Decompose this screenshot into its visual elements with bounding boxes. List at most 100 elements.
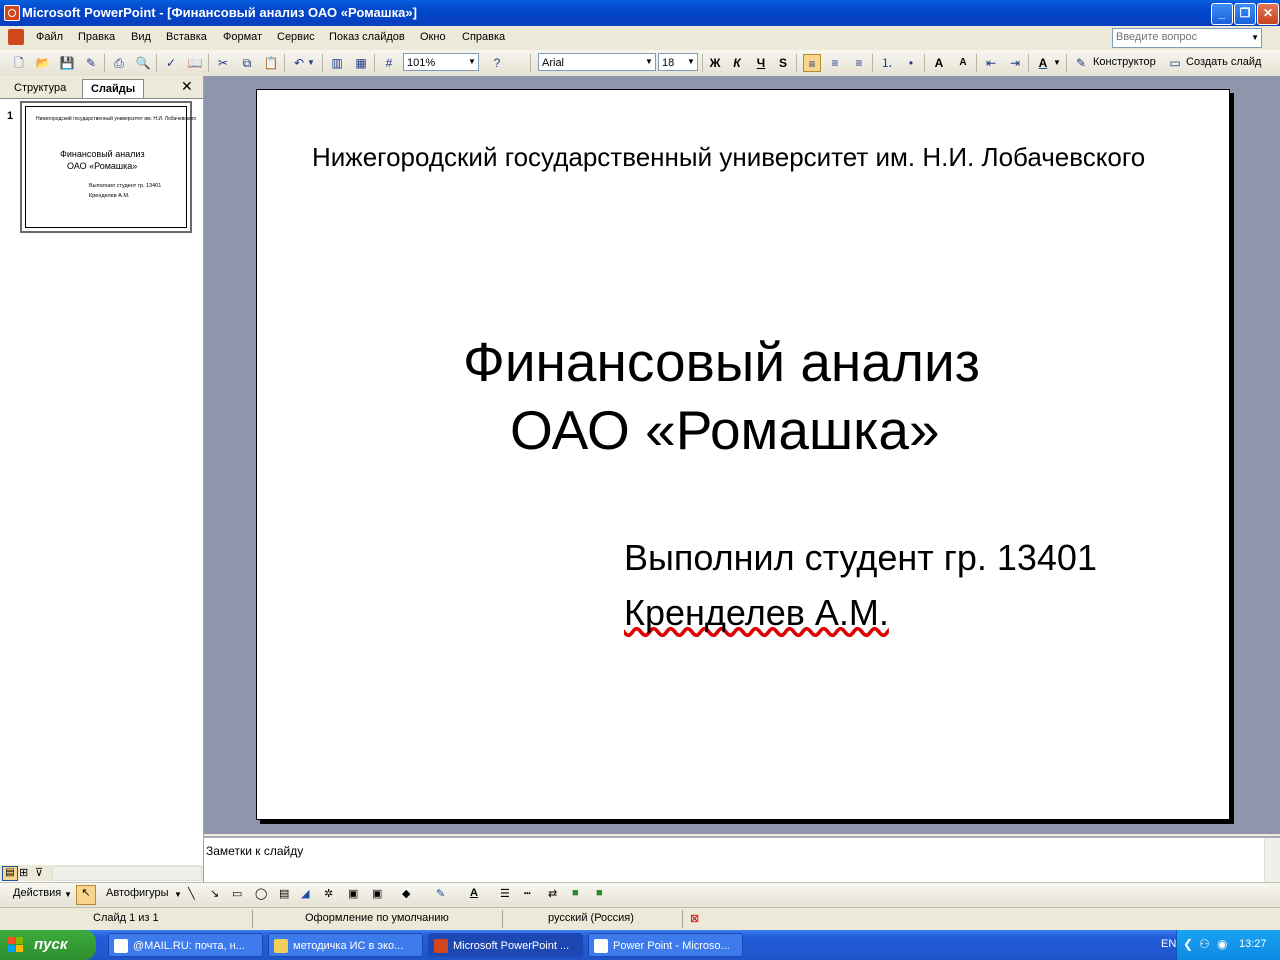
3d-style-icon[interactable]: ■	[596, 887, 603, 899]
copy-icon[interactable]: ⧉	[238, 54, 256, 72]
notes-pane[interactable]: Заметки к слайду	[204, 836, 1280, 884]
slide-canvas[interactable]: Нижегородский государственный университе…	[256, 89, 1230, 820]
line-style-icon[interactable]: ☰	[500, 887, 510, 900]
minimize-button[interactable]: _	[1211, 3, 1233, 25]
fill-color-icon[interactable]: ◆	[402, 887, 410, 900]
menu-edit[interactable]: Правка	[78, 31, 115, 43]
menu-format[interactable]: Формат	[223, 31, 262, 43]
tab-slides[interactable]: Слайды	[82, 79, 145, 98]
align-center-button[interactable]: ≡	[826, 54, 844, 72]
line-icon[interactable]: ╲	[188, 887, 195, 900]
actions-menu[interactable]: Действия	[13, 887, 61, 899]
help-icon[interactable]: ?	[488, 54, 506, 72]
new-slide-icon[interactable]: ▭	[1166, 54, 1184, 72]
permission-icon[interactable]: ✎	[82, 54, 100, 72]
cut-icon[interactable]: ✂	[214, 54, 232, 72]
slide-title-line2[interactable]: ОАО «Ромашка»	[510, 398, 940, 462]
increase-indent-icon[interactable]: ⇥	[1006, 54, 1024, 72]
clock[interactable]: 13:27	[1239, 938, 1267, 950]
new-icon[interactable]: 🗋	[10, 54, 28, 72]
font-color-icon[interactable]: A	[470, 887, 478, 899]
undo-dropdown-icon[interactable]: ▼	[306, 54, 316, 72]
chevron-down-icon[interactable]: ▼	[1052, 54, 1062, 72]
menu-tools[interactable]: Сервис	[277, 31, 315, 43]
research-icon[interactable]: 📖	[186, 54, 204, 72]
slide-sorter-icon[interactable]: ⊞	[19, 866, 28, 879]
menu-help[interactable]: Справка	[462, 31, 505, 43]
decrease-indent-icon[interactable]: ⇤	[982, 54, 1000, 72]
task-word[interactable]: Power Point - Microso...	[588, 933, 743, 957]
tab-outline[interactable]: Структура	[6, 79, 74, 97]
bold-button[interactable]: Ж	[706, 54, 724, 72]
menu-slideshow[interactable]: Показ слайдов	[329, 31, 405, 43]
powerpoint-app-icon[interactable]	[4, 5, 20, 21]
task-mail[interactable]: @MAIL.RU: почта, н...	[108, 933, 263, 957]
chevron-down-icon[interactable]: ▼	[64, 890, 72, 899]
font-color-icon[interactable]: A	[1034, 54, 1052, 72]
menu-insert[interactable]: Вставка	[166, 31, 207, 43]
language-indicator[interactable]: EN	[1161, 938, 1176, 950]
bullets-icon[interactable]: •	[902, 54, 920, 72]
maximize-button[interactable]: ❐	[1234, 3, 1256, 25]
arrow-style-icon[interactable]: ⇄	[548, 887, 557, 900]
slide-author-line2[interactable]: Кренделев А.М.	[624, 592, 889, 634]
task-folder[interactable]: методичка ИС в эко...	[268, 933, 423, 957]
menu-view[interactable]: Вид	[131, 31, 151, 43]
document-icon[interactable]	[8, 29, 24, 45]
designer-icon[interactable]: ✎	[1072, 54, 1090, 72]
chevron-down-icon[interactable]: ▼	[643, 54, 655, 70]
grid-icon[interactable]: #	[380, 54, 398, 72]
underline-button[interactable]: Ч	[752, 54, 770, 72]
numbering-icon[interactable]: ⒈	[878, 54, 896, 72]
wordart-icon[interactable]: ◢	[301, 887, 309, 900]
network-icon[interactable]: ⚇	[1199, 937, 1210, 951]
diagram-icon[interactable]: ✲	[324, 887, 333, 900]
chevron-down-icon[interactable]: ▼	[174, 890, 182, 899]
oval-icon[interactable]: ◯	[255, 887, 267, 900]
font-select[interactable]: Arial ▼	[538, 53, 656, 71]
shadow-button[interactable]: S	[774, 54, 792, 72]
task-powerpoint[interactable]: Microsoft PowerPoint ...	[428, 933, 583, 957]
decrease-font-icon[interactable]: A	[954, 54, 972, 72]
slideshow-icon[interactable]: ⊽	[35, 866, 43, 879]
dash-style-icon[interactable]: ┅	[524, 887, 531, 900]
slide-author-line1[interactable]: Выполнил студент гр. 13401	[624, 537, 1097, 579]
zoom-select[interactable]: 101% ▼	[403, 53, 479, 71]
paste-icon[interactable]: 📋	[262, 54, 280, 72]
italic-button[interactable]: К	[728, 54, 746, 72]
picture-icon[interactable]: ▣	[372, 887, 382, 900]
menu-file[interactable]: Файл	[36, 31, 63, 43]
close-button[interactable]: ✕	[1257, 3, 1279, 25]
start-button[interactable]: пуск	[0, 930, 96, 960]
clipart-icon[interactable]: ▣	[348, 887, 358, 900]
notes-scrollbar[interactable]	[1264, 838, 1280, 882]
spelling-icon[interactable]: ✓	[162, 54, 180, 72]
align-left-button[interactable]: ≡	[803, 54, 821, 72]
close-icon[interactable]: ✕	[181, 78, 193, 95]
slide-university[interactable]: Нижегородский государственный университе…	[312, 142, 1145, 173]
font-size-select[interactable]: 18 ▼	[658, 53, 698, 71]
antivirus-icon[interactable]: ◉	[1217, 937, 1227, 951]
textbox-icon[interactable]: ▤	[279, 887, 289, 900]
status-design[interactable]: Оформление по умолчанию	[305, 912, 449, 924]
insert-table-icon[interactable]: ▦	[352, 54, 370, 72]
horizontal-scrollbar[interactable]	[52, 866, 202, 881]
align-right-button[interactable]: ≡	[850, 54, 868, 72]
menu-window[interactable]: Окно	[420, 31, 446, 43]
shadow-style-icon[interactable]: ■	[572, 887, 579, 899]
normal-view-icon[interactable]: ▤	[2, 866, 18, 881]
tray-chevron-icon[interactable]: ❮	[1183, 937, 1193, 951]
spelling-status-icon[interactable]: ⊠	[690, 912, 699, 925]
increase-font-icon[interactable]: A	[930, 54, 948, 72]
slide-thumbnail[interactable]: Нижегородский государственный университе…	[20, 101, 196, 233]
help-search-box[interactable]: ▼	[1112, 28, 1262, 48]
autoshapes-menu[interactable]: Автофигуры	[106, 887, 169, 899]
chevron-down-icon[interactable]: ▼	[466, 54, 478, 70]
arrow-icon[interactable]: ↘	[210, 887, 219, 900]
slide-title-line1[interactable]: Финансовый анализ	[463, 330, 980, 394]
print-icon[interactable]: ⎙	[110, 54, 128, 72]
new-slide-button[interactable]: Создать слайд	[1186, 56, 1261, 68]
save-icon[interactable]: 💾	[58, 54, 76, 72]
chevron-down-icon[interactable]: ▼	[1251, 33, 1259, 42]
rectangle-icon[interactable]: ▭	[232, 887, 242, 900]
